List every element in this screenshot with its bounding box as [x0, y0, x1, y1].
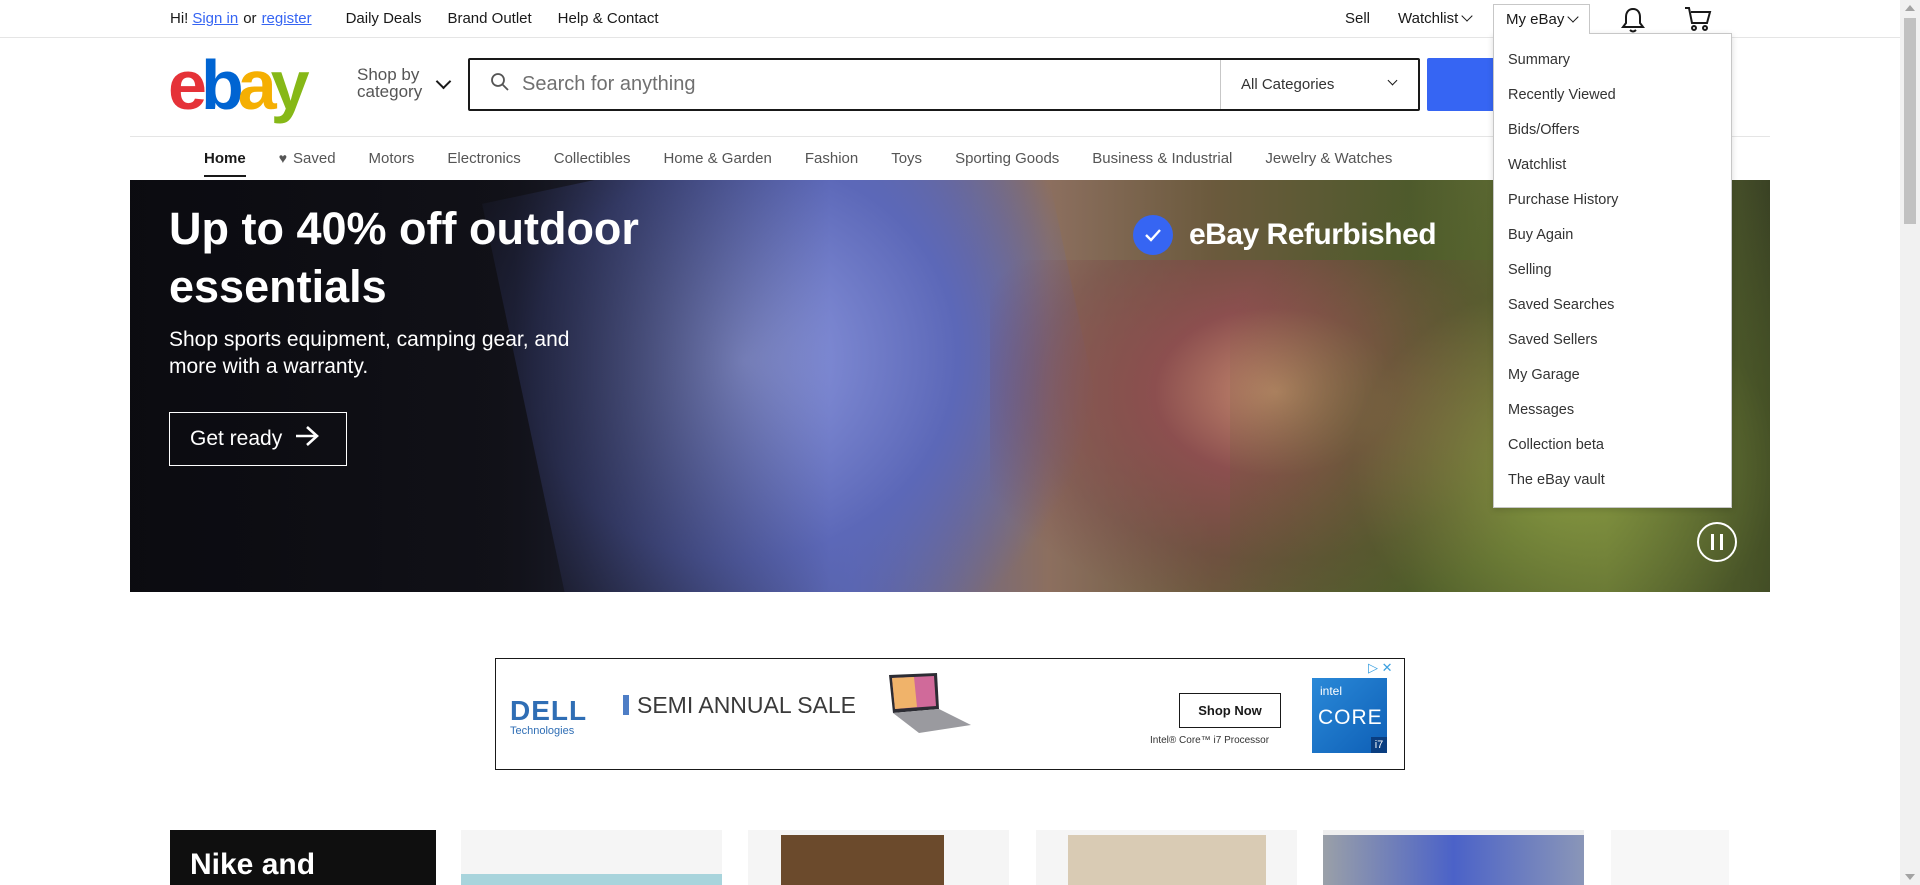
menu-item-buy-again[interactable]: Buy Again [1494, 217, 1731, 252]
search-button[interactable] [1427, 58, 1503, 111]
category-label: category [357, 82, 423, 101]
intel-tier-label: i7 [1371, 737, 1387, 753]
menu-item-purchase-history[interactable]: Purchase History [1494, 182, 1731, 217]
nav-item-toys[interactable]: Toys [891, 150, 922, 167]
promo-card-title: Nike and [190, 848, 316, 881]
menu-item-recently-viewed[interactable]: Recently Viewed [1494, 77, 1731, 112]
top-bar-left: Hi! Sign in or register Daily Deals Bran… [170, 10, 659, 27]
shop-now-button[interactable]: Shop Now [1179, 693, 1281, 728]
hero-subtext: Shop sports equipment, camping gear, and… [169, 328, 570, 378]
pause-icon[interactable] [1697, 522, 1737, 562]
watchlist-label: Watchlist [1398, 10, 1459, 27]
watchlist-menu[interactable]: Watchlist [1398, 10, 1473, 27]
checkmark-icon [1133, 215, 1173, 255]
chevron-down-icon [1567, 11, 1580, 23]
menu-item-saved-sellers[interactable]: Saved Sellers [1494, 322, 1731, 357]
chevron-down-icon [1387, 75, 1398, 86]
or-text: or [243, 10, 257, 27]
nav-item-business-industrial[interactable]: Business & Industrial [1092, 150, 1232, 167]
nav-item-saved-label: Saved [293, 150, 336, 167]
processor-note: Intel® Core™ i7 Processor [1150, 735, 1270, 746]
category-select-value: All Categories [1241, 76, 1335, 93]
nav-item-saved[interactable]: ♥ Saved [279, 150, 336, 167]
menu-item-bids-offers[interactable]: Bids/Offers [1494, 112, 1731, 147]
intel-core-badge: intel CORE i7 [1312, 678, 1387, 753]
product-card[interactable] [1036, 830, 1297, 885]
my-ebay-dropdown: Summary Recently Viewed Bids/Offers Watc… [1493, 33, 1732, 508]
menu-item-messages[interactable]: Messages [1494, 392, 1731, 427]
my-ebay-label: My eBay [1506, 11, 1565, 28]
menu-item-my-garage[interactable]: My Garage [1494, 357, 1731, 392]
search-bar: All Categories [468, 58, 1420, 111]
nav-item-electronics[interactable]: Electronics [447, 150, 520, 167]
menu-item-saved-searches[interactable]: Saved Searches [1494, 287, 1731, 322]
nav-item-collectibles[interactable]: Collectibles [554, 150, 631, 167]
nav-item-sporting-goods[interactable]: Sporting Goods [955, 150, 1059, 167]
nav-item-motors[interactable]: Motors [369, 150, 415, 167]
nav-item-home[interactable]: Home [204, 150, 246, 177]
menu-item-summary[interactable]: Summary [1494, 42, 1731, 77]
nav-item-home-garden[interactable]: Home & Garden [663, 150, 771, 167]
get-ready-button[interactable]: Get ready [169, 412, 347, 466]
scroll-down-icon[interactable] [1905, 874, 1915, 880]
greeting-text: Hi! [170, 10, 189, 27]
ad-headline: SEMI ANNUAL SALE [637, 692, 857, 718]
nav-item-fashion[interactable]: Fashion [805, 150, 858, 167]
refurbished-badge: eBay Refurbished [1133, 215, 1437, 255]
ebay-logo[interactable]: ebay [168, 50, 310, 120]
adchoices-icon[interactable]: ▷ ✕ [1368, 660, 1393, 676]
sell-link[interactable]: Sell [1345, 10, 1370, 27]
menu-item-ebay-vault[interactable]: The eBay vault [1494, 462, 1731, 497]
chevron-down-icon[interactable] [435, 73, 452, 90]
category-select[interactable]: All Categories [1220, 60, 1420, 109]
scroll-up-icon[interactable] [1905, 5, 1915, 11]
my-ebay-menu[interactable]: My eBay [1493, 4, 1591, 34]
brand-outlet-link[interactable]: Brand Outlet [447, 10, 531, 27]
heart-icon: ♥ [278, 150, 287, 166]
search-input[interactable] [522, 73, 1242, 96]
product-card[interactable] [1323, 830, 1584, 885]
intel-label: intel [1320, 684, 1343, 698]
dell-advertisement[interactable]: DELL Technologies SEMI ANNUAL SALE Shop … [495, 658, 1405, 770]
register-link[interactable]: register [262, 10, 312, 27]
scrollbar-thumb[interactable] [1904, 18, 1916, 224]
promo-card-nike[interactable]: Nike and [170, 830, 436, 885]
help-contact-link[interactable]: Help & Contact [558, 10, 659, 27]
sign-in-link[interactable]: Sign in [192, 10, 238, 27]
chevron-down-icon [1461, 10, 1473, 22]
product-card[interactable] [748, 830, 1009, 885]
daily-deals-link[interactable]: Daily Deals [346, 10, 422, 27]
page-scrollbar[interactable] [1900, 0, 1920, 885]
product-card[interactable] [461, 830, 722, 885]
dell-logo-subtitle: Technologies [510, 725, 575, 737]
arrow-right-icon [294, 424, 320, 454]
menu-item-watchlist[interactable]: Watchlist [1494, 147, 1731, 182]
search-icon [490, 72, 510, 97]
ad-accent-bar [623, 695, 629, 715]
laptop-image [879, 673, 973, 733]
shop-by-label: Shop by [357, 65, 420, 84]
menu-item-collection-beta[interactable]: Collection beta [1494, 427, 1731, 462]
shop-by-category-button[interactable]: Shop by category [357, 66, 422, 100]
refurbished-label: eBay Refurbished [1189, 218, 1437, 251]
nav-item-jewelry-watches[interactable]: Jewelry & Watches [1265, 150, 1392, 167]
dell-logo: DELL [510, 695, 588, 726]
product-card[interactable] [1611, 830, 1729, 885]
get-ready-label: Get ready [190, 427, 283, 450]
intel-core-label: CORE [1318, 706, 1383, 729]
hero-headline: Up to 40% off outdoor essentials [169, 203, 639, 312]
menu-item-selling[interactable]: Selling [1494, 252, 1731, 287]
